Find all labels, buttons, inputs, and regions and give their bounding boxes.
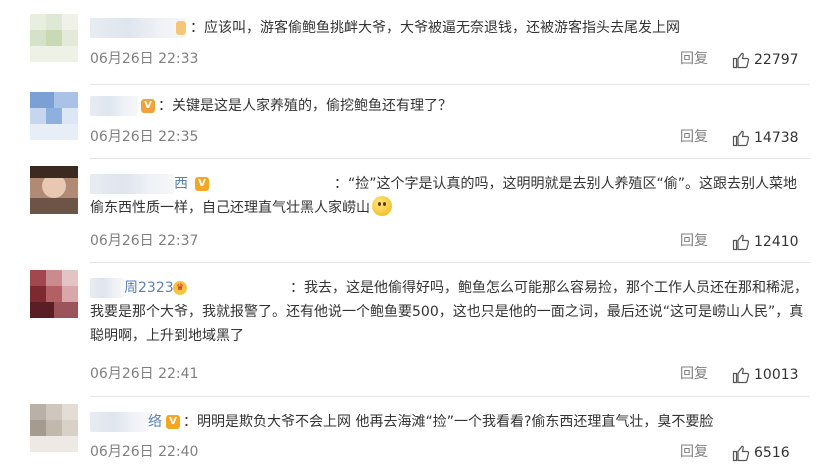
comment-body: 关键是这是人家养殖的，偷挖鲍鱼还有理了？ [172, 98, 452, 114]
comment-colon: ： [158, 98, 172, 114]
reply-button[interactable]: 回复 [680, 442, 708, 462]
comment-body: 明明是欺负大爷不会上网 他再去海滩“捡”一个我看看?偷东西还理直气壮，臭不要脸 [197, 414, 714, 430]
comment-colon: ： [290, 280, 304, 296]
avatar[interactable] [30, 92, 78, 140]
reply-button[interactable]: 回复 [680, 127, 708, 147]
avatar[interactable] [30, 270, 78, 318]
comment-text: ：关键是这是人家养殖的，偷挖鲍鱼还有理了？ [158, 94, 808, 118]
comment-colon: ： [183, 414, 197, 430]
verified-badge-icon [176, 21, 186, 35]
thumbs-up-icon [732, 234, 750, 251]
comment-time: 06月26日 22:40 [90, 444, 199, 460]
divider [90, 396, 810, 397]
verified-badge-icon: V [166, 415, 180, 429]
like-button[interactable]: 6516 [732, 443, 790, 463]
like-button[interactable]: 14738 [732, 128, 799, 148]
like-count: 12410 [754, 234, 799, 250]
thumbs-up-icon [732, 52, 750, 69]
comment-colon: ： [190, 20, 204, 36]
comment-text: ：我去，这是他偷得好吗，鲍鱼怎么可能那么容易捡，那个工作人员还在那和稀泥，我要是… [90, 276, 810, 348]
like-button[interactable]: 10013 [732, 365, 799, 385]
comment-time: 06月26日 22:41 [90, 366, 199, 382]
divider [90, 262, 810, 263]
reply-button[interactable]: 回复 [680, 231, 708, 251]
verified-badge-icon: V [141, 99, 155, 113]
comment-colon: ： [334, 176, 348, 192]
like-button[interactable]: 12410 [732, 232, 799, 252]
comment-text: ：应该叫，游客偷鲍鱼挑衅大爷，大爷被逼无奈退钱，还被游客指头去尾发上网 [190, 16, 810, 40]
thumbs-up-icon [732, 367, 750, 384]
avatar[interactable] [30, 166, 78, 214]
username-blurred[interactable] [90, 18, 186, 38]
username-blurred[interactable] [90, 412, 148, 432]
comment-text: ：“捡”这个字是认真的吗，这明明就是去别人养殖区“偷”。这跟去别人菜地偷东西性质… [90, 172, 810, 220]
comment-time: 06月26日 22:35 [90, 129, 199, 145]
comment-time: 06月26日 22:37 [90, 233, 199, 249]
divider [90, 158, 810, 159]
like-count: 22797 [754, 52, 799, 68]
avatar[interactable] [30, 404, 78, 452]
thumbs-up-icon [732, 130, 750, 147]
like-button[interactable]: 22797 [732, 50, 799, 70]
divider [90, 84, 810, 85]
reply-button[interactable]: 回复 [680, 49, 708, 69]
comment-text: ：明明是欺负大爷不会上网 他再去海滩“捡”一个我看看?偷东西还理直气壮，臭不要脸 [183, 410, 810, 434]
reply-button[interactable]: 回复 [680, 364, 708, 384]
username-blurred[interactable] [90, 96, 138, 116]
like-count: 14738 [754, 130, 799, 146]
like-count: 10013 [754, 367, 799, 383]
username-tail[interactable]: 络 [148, 412, 162, 432]
comment-body: 应该叫，游客偷鲍鱼挑衅大爷，大爷被逼无奈退钱，还被游客指头去尾发上网 [204, 20, 680, 36]
smiley-emoji-icon [372, 196, 392, 216]
thumbs-up-icon [732, 445, 750, 462]
avatar[interactable] [30, 14, 78, 62]
comment-body: “捡”这个字是认真的吗，这明明就是去别人养殖区“偷”。这跟去别人菜地偷东西性质一… [90, 176, 798, 216]
like-count: 6516 [754, 445, 790, 461]
comment-time: 06月26日 22:33 [90, 51, 199, 67]
